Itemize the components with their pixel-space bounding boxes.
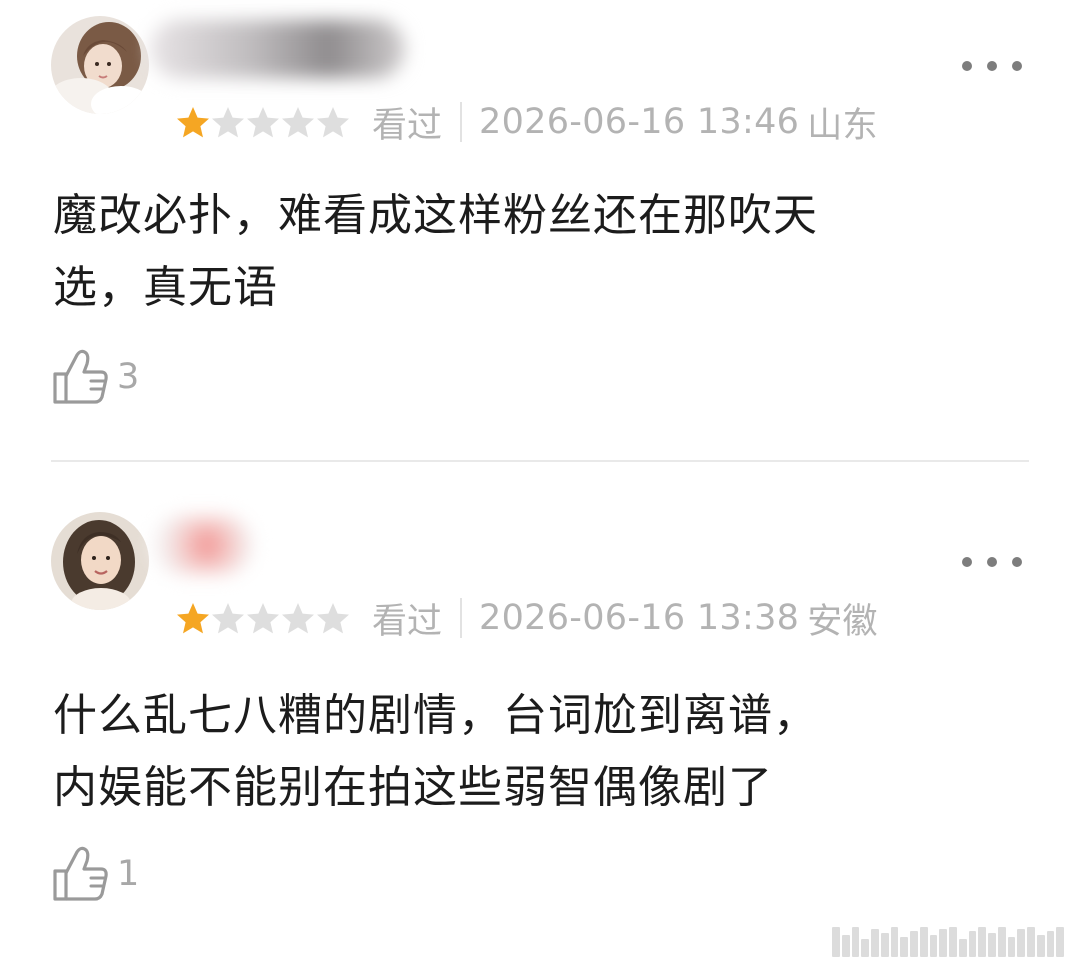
meta-divider bbox=[460, 598, 463, 638]
review-meta: 看过 2026-06-16 13:46 山东 bbox=[175, 98, 878, 146]
watermark bbox=[832, 923, 1064, 957]
review-text-line: 内娱能不能别在拍这些弱智偶像剧了 bbox=[53, 762, 773, 813]
watch-status: 看过 bbox=[372, 601, 443, 642]
watermark-mark bbox=[910, 931, 918, 957]
avatar[interactable] bbox=[51, 16, 149, 114]
star-filled-icon bbox=[177, 107, 209, 138]
username-blurred[interactable] bbox=[150, 20, 405, 78]
watermark-mark bbox=[919, 927, 928, 957]
review-text-line: 选，真无语 bbox=[53, 262, 278, 313]
review-text-line: 魔改必扑，难看成这样粉丝还在那吹天 bbox=[53, 190, 818, 241]
watermark-mark bbox=[1046, 931, 1055, 957]
review-item: 看过 2026-06-16 13:38 安徽 什么乱七八糟的剧情，台词尬到离谱，… bbox=[0, 462, 1080, 961]
review-datetime: 2026-06-16 13:46 bbox=[479, 102, 800, 142]
more-dots-icon[interactable] bbox=[962, 56, 1022, 76]
watermark-mark bbox=[1036, 935, 1045, 957]
star-empty-icon bbox=[317, 603, 349, 634]
star-empty-icon bbox=[247, 107, 279, 138]
watch-status: 看过 bbox=[372, 105, 443, 146]
watermark-mark bbox=[880, 933, 889, 957]
watermark-mark bbox=[841, 935, 850, 957]
star-empty-icon bbox=[212, 107, 244, 138]
meta-divider bbox=[460, 102, 463, 142]
review-item: 看过 2026-06-16 13:46 山东 魔改必扑，难看成这样粉丝还在那吹天… bbox=[0, 0, 1080, 460]
star-filled-icon bbox=[177, 603, 209, 634]
watermark-mark bbox=[832, 927, 840, 957]
review-list: 看过 2026-06-16 13:46 山东 魔改必扑，难看成这样粉丝还在那吹天… bbox=[0, 0, 1080, 961]
star-empty-icon bbox=[282, 107, 314, 138]
review-location: 山东 bbox=[807, 105, 878, 146]
star-empty-icon bbox=[282, 603, 314, 634]
watermark-mark bbox=[939, 929, 947, 957]
rating-stars bbox=[175, 105, 350, 139]
thumbs-up-icon bbox=[51, 844, 111, 904]
review-location: 安徽 bbox=[807, 601, 878, 642]
like-count: 3 bbox=[117, 357, 140, 397]
review-text: 魔改必扑，难看成这样粉丝还在那吹天 选，真无语 bbox=[53, 180, 1013, 324]
watermark-mark bbox=[890, 927, 899, 957]
thumbs-up-icon bbox=[51, 347, 111, 407]
review-text-line: 什么乱七八糟的剧情，台词尬到离谱， bbox=[53, 690, 818, 741]
star-empty-icon bbox=[317, 107, 349, 138]
watermark-mark bbox=[997, 927, 1006, 957]
more-dots-icon[interactable] bbox=[962, 552, 1022, 572]
watermark-mark bbox=[949, 927, 957, 957]
review-datetime: 2026-06-16 13:38 bbox=[479, 598, 800, 638]
watermark-mark bbox=[1007, 937, 1016, 957]
watermark-mark bbox=[900, 937, 908, 957]
watermark-mark bbox=[1056, 927, 1064, 957]
watermark-mark bbox=[958, 939, 967, 957]
review-text: 什么乱七八糟的剧情，台词尬到离谱， 内娱能不能别在拍这些弱智偶像剧了 bbox=[53, 680, 1013, 824]
watermark-mark bbox=[978, 927, 986, 957]
watermark-mark bbox=[968, 931, 977, 957]
watermark-mark bbox=[861, 939, 869, 957]
watermark-mark bbox=[1027, 927, 1035, 957]
review-meta: 看过 2026-06-16 13:38 安徽 bbox=[175, 594, 878, 642]
star-empty-icon bbox=[247, 603, 279, 634]
watermark-mark bbox=[1017, 929, 1025, 957]
like-button[interactable]: 3 bbox=[51, 345, 139, 409]
watermark-mark bbox=[851, 927, 860, 957]
like-button[interactable]: 1 bbox=[51, 842, 139, 906]
watermark-mark bbox=[929, 935, 938, 957]
rating-stars bbox=[175, 601, 350, 635]
watermark-mark bbox=[871, 929, 879, 957]
username-blurred[interactable] bbox=[152, 516, 252, 574]
star-empty-icon bbox=[212, 603, 244, 634]
avatar[interactable] bbox=[51, 512, 149, 610]
like-count: 1 bbox=[117, 854, 140, 894]
watermark-mark bbox=[988, 933, 996, 957]
